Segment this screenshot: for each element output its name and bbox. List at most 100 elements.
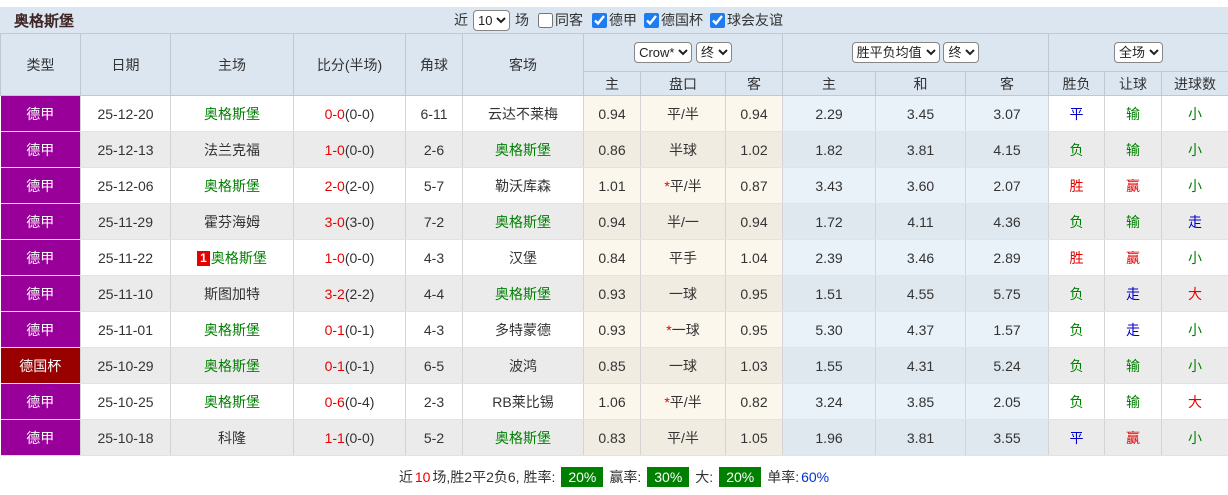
avg-away-odds: 2.89 [965,239,1050,276]
same-away-checkbox[interactable] [538,12,553,28]
odds-company-select[interactable]: Crow* [634,42,693,63]
home-team[interactable]: 奥格斯堡 [204,178,260,194]
single-rate-value: 60% [801,468,830,485]
home-team[interactable]: 奥格斯堡 [204,322,260,338]
recent-count-select[interactable]: 10 [473,9,510,31]
league-badge: 德甲 [0,131,81,168]
home-team[interactable]: 奥格斯堡 [211,250,267,266]
away-team[interactable]: 奥格斯堡 [495,214,551,230]
home-team[interactable]: 奥格斯堡 [204,106,260,122]
handicap-change-star: * [666,321,672,338]
letgoal-cell: 输 [1104,347,1163,384]
table-row: 德甲 25-10-25 奥格斯堡 0-6(0-4) 2-3 RB莱比锡 1.06 *平/半 0.… [0,383,1228,420]
home-team-cell: 奥格斯堡 [170,95,294,132]
league-filter-checkbox[interactable] [592,12,607,28]
halftime-score: (2-2) [344,285,375,302]
away-team[interactable]: 奥格斯堡 [495,142,551,158]
away-team-cell: 多特蒙德 [462,311,584,348]
avg-away-odds: 2.07 [965,167,1050,204]
letgoal-cell: 赢 [1104,239,1163,276]
same-away-filter[interactable]: 同客 [538,10,583,30]
home-team[interactable]: 斯图加特 [204,286,260,302]
letgoal-cell: 输 [1104,203,1163,240]
league-badge: 德甲 [0,95,81,132]
avg-final-select[interactable]: 终 [943,42,980,63]
fulltime-score: 3-0 [324,213,345,230]
league-filter[interactable]: 球会友谊 [710,10,783,30]
fulltime-score: 0-1 [324,357,345,374]
handicap-change-star: * [664,393,670,410]
avg-away-odds: 1.57 [965,311,1050,348]
away-team[interactable]: 奥格斯堡 [495,286,551,302]
col-header-odds-home: 主 [583,71,641,96]
outcome-cell: 负 [1048,131,1106,168]
handicap-away-odds: 0.95 [725,311,784,348]
handicap-line: 一球 [640,347,726,384]
fulltime-score: 3-2 [324,285,345,302]
away-team[interactable]: RB莱比锡 [492,394,553,410]
letgoal-cell: 赢 [1104,167,1163,204]
home-team[interactable]: 霍芬海姆 [204,214,260,230]
league-badge: 德国杯 [0,347,81,384]
col-header-avg-home: 主 [782,71,877,96]
home-team[interactable]: 法兰克福 [204,142,260,158]
near-label: 近 [454,12,468,28]
col-header-away: 客场 [462,33,584,96]
avg-home-odds: 2.39 [782,239,877,276]
league-badge: 德甲 [0,311,81,348]
filter-controls: 近 10 场 同客 德甲 德国杯 球会友谊 [452,7,785,33]
handicap-final-select[interactable]: 终 [695,42,732,63]
table-row: 德甲 25-11-01 奥格斯堡 0-1(0-1) 4-3 多特蒙德 0.93 *一球 0.95… [0,311,1228,348]
home-team[interactable]: 科隆 [218,430,246,446]
handicap-away-odds: 0.82 [725,383,784,420]
avg-draw-odds: 3.81 [875,419,967,456]
score-cell: 0-1(0-1) [293,347,406,384]
league-filter[interactable]: 德甲 [592,10,637,30]
away-team[interactable]: 勒沃库森 [495,178,551,194]
avg-draw-odds: 3.60 [875,167,967,204]
avg-home-odds: 3.24 [782,383,877,420]
home-team[interactable]: 奥格斯堡 [204,358,260,374]
league-filter[interactable]: 德国杯 [644,10,703,30]
handicap-home-odds: 1.01 [583,167,641,204]
scope-select[interactable]: 全场 [1114,42,1164,63]
odds-win-rate-badge: 30% [647,466,690,487]
col-header-letgoal: 让球 [1104,71,1163,96]
match-date: 25-11-29 [80,203,171,240]
home-team[interactable]: 奥格斯堡 [204,394,260,410]
away-team-cell: 勒沃库森 [462,167,584,204]
avg-away-odds: 2.05 [965,383,1050,420]
corner-cell: 2-6 [405,131,463,168]
fulltime-score: 1-0 [324,141,345,158]
handicap-away-odds: 1.02 [725,131,784,168]
halftime-score: (0-0) [344,249,375,266]
score-cell: 0-6(0-4) [293,383,406,420]
score-cell: 0-1(0-1) [293,311,406,348]
handicap-home-odds: 0.94 [583,95,641,132]
avg-home-odds: 1.51 [782,275,877,312]
league-filter-checkbox[interactable] [710,12,725,28]
avg-odds-select[interactable]: 胜平负均值 [851,42,940,63]
handicap-home-odds: 0.86 [583,131,641,168]
league-badge: 德甲 [0,383,81,420]
away-team[interactable]: 多特蒙德 [495,322,551,338]
away-team[interactable]: 云达不莱梅 [488,106,558,122]
table-row: 德甲 25-10-18 科隆 1-1(0-0) 5-2 奥格斯堡 0.83 平/半 1.05 1.… [0,419,1228,456]
away-team[interactable]: 波鸿 [509,358,537,374]
match-date: 25-10-29 [80,347,171,384]
home-team-cell: 奥格斯堡 [170,167,294,204]
away-team[interactable]: 汉堡 [509,250,537,266]
single-label: 单率: [767,468,800,485]
goals-cell: 小 [1161,347,1228,384]
match-date: 25-11-10 [80,275,171,312]
league-badge: 德甲 [0,203,81,240]
handicap-line: 一球 [640,275,726,312]
col-header-avg-draw: 和 [875,71,967,96]
table-row: 德甲 25-12-20 奥格斯堡 0-0(0-0) 6-11 云达不莱梅 0.94 平/半 0.… [0,95,1228,132]
league-filter-checkbox[interactable] [644,12,659,28]
goals-cell: 小 [1161,95,1228,132]
avg-draw-odds: 3.85 [875,383,967,420]
away-team[interactable]: 奥格斯堡 [495,430,551,446]
score-cell: 1-0(0-0) [293,131,406,168]
handicap-away-odds: 0.94 [725,203,784,240]
